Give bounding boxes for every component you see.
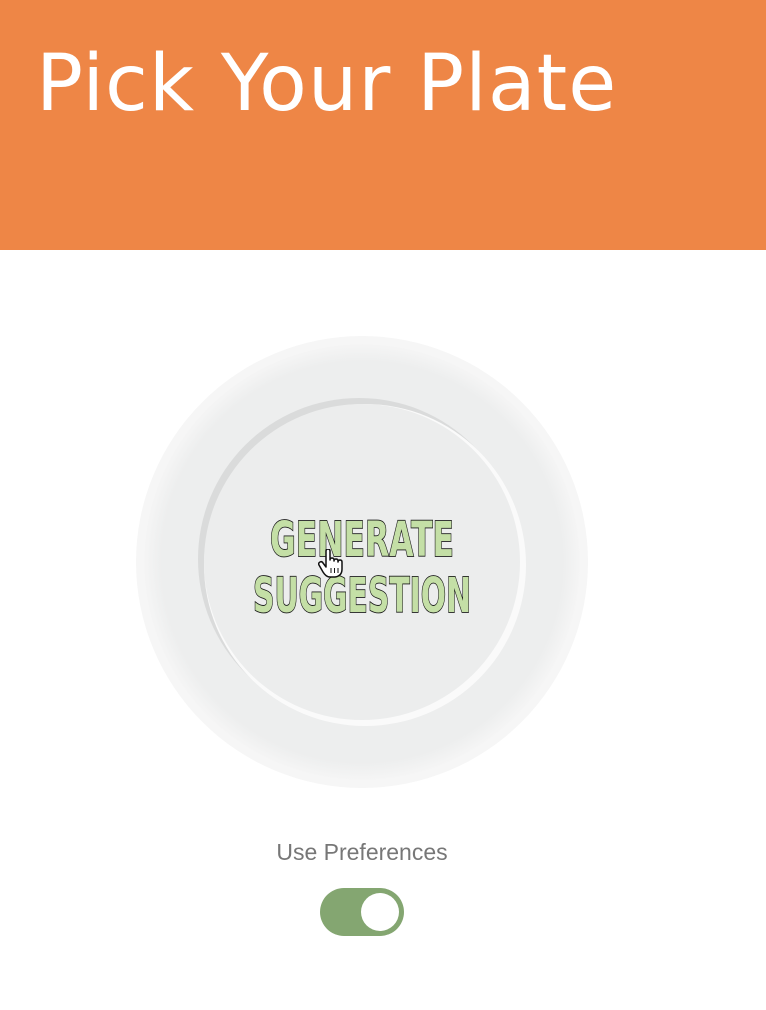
use-preferences-label: Use Preferences (276, 839, 448, 865)
generate-suggestion-label: GENERATE SUGGESTION (252, 511, 472, 625)
header-banner: Pick Your Plate (0, 0, 766, 250)
button-line-2: SUGGESTION (253, 568, 471, 624)
generate-suggestion-button[interactable]: GENERATE SUGGESTION (135, 335, 589, 789)
toggle-knob (361, 893, 399, 931)
use-preferences-toggle[interactable] (320, 888, 404, 936)
page-title: Pick Your Plate (36, 39, 618, 129)
button-line-1: GENERATE (270, 512, 454, 568)
